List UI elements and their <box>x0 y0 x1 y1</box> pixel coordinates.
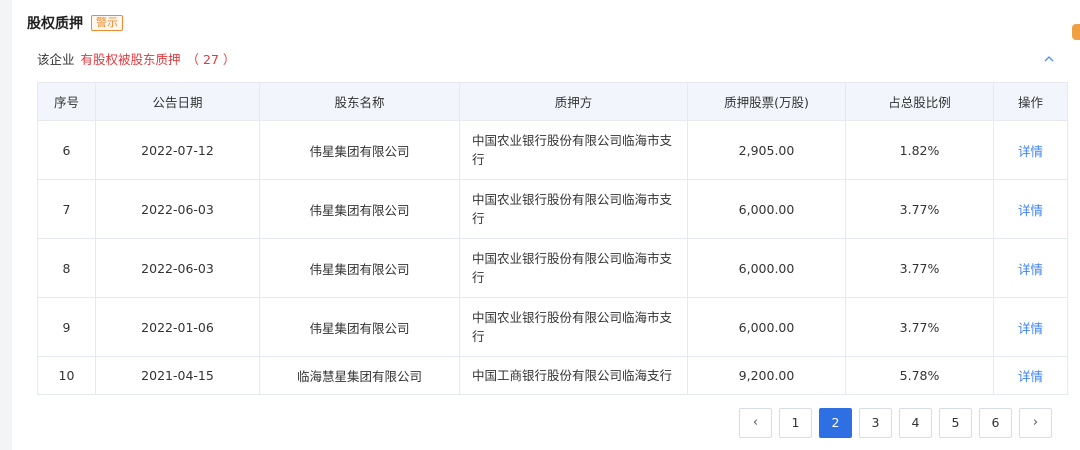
col-header-shares: 质押股票(万股) <box>687 82 846 121</box>
cell-shares: 6,000.00 <box>687 297 846 357</box>
cell-no: 6 <box>37 120 96 180</box>
summary-prefix: 该企业 <box>37 51 75 67</box>
details-link[interactable]: 详情 <box>993 356 1068 395</box>
pagination: ‹ 1 2 3 4 5 6 › <box>739 408 1052 438</box>
page-button-4[interactable]: 4 <box>899 408 932 438</box>
cell-holder: 伟星集团有限公司 <box>259 179 460 239</box>
cell-holder: 伟星集团有限公司 <box>259 120 460 180</box>
cell-date: 2022-07-12 <box>95 120 260 180</box>
cell-date: 2021-04-15 <box>95 356 260 395</box>
cell-ratio: 3.77% <box>845 297 994 357</box>
cell-holder: 临海慧星集团有限公司 <box>259 356 460 395</box>
page-button-6[interactable]: 6 <box>979 408 1012 438</box>
equity-pledge-panel: 股权质押 警示 该企业 有股权被股东质押 （ 27 ） 序号 公告日期 股东名称… <box>12 0 1080 450</box>
cell-shares: 9,200.00 <box>687 356 846 395</box>
cell-no: 9 <box>37 297 96 357</box>
details-link[interactable]: 详情 <box>993 120 1068 180</box>
cell-ratio: 3.77% <box>845 238 994 298</box>
cell-holder: 伟星集团有限公司 <box>259 238 460 298</box>
summary-count: （ 27 ） <box>186 51 236 67</box>
page-button-3[interactable]: 3 <box>859 408 892 438</box>
table-row: 6 2022-07-12 伟星集团有限公司 中国农业银行股份有限公司临海市支行 … <box>37 120 1068 180</box>
details-link[interactable]: 详情 <box>993 297 1068 357</box>
cell-pledgee: 中国工商银行股份有限公司临海支行 <box>459 356 688 395</box>
page-button-1[interactable]: 1 <box>779 408 812 438</box>
prev-page-button[interactable]: ‹ <box>739 408 772 438</box>
col-header-holder: 股东名称 <box>259 82 460 121</box>
section-header: 股权质押 警示 <box>27 13 123 33</box>
cell-date: 2022-06-03 <box>95 179 260 239</box>
details-link[interactable]: 详情 <box>993 179 1068 239</box>
cell-pledgee: 中国农业银行股份有限公司临海市支行 <box>459 238 688 298</box>
cell-no: 7 <box>37 179 96 239</box>
col-header-date: 公告日期 <box>95 82 260 121</box>
cell-ratio: 5.78% <box>845 356 994 395</box>
details-link[interactable]: 详情 <box>993 238 1068 298</box>
cell-shares: 6,000.00 <box>687 179 846 239</box>
next-page-button[interactable]: › <box>1019 408 1052 438</box>
chevron-up-icon[interactable] <box>1042 52 1056 66</box>
cell-pledgee: 中国农业银行股份有限公司临海市支行 <box>459 179 688 239</box>
side-flag[interactable] <box>1072 24 1080 40</box>
warning-badge: 警示 <box>91 15 123 31</box>
cell-shares: 6,000.00 <box>687 238 846 298</box>
cell-shares: 2,905.00 <box>687 120 846 180</box>
col-header-ratio: 占总股比例 <box>845 82 994 121</box>
cell-ratio: 3.77% <box>845 179 994 239</box>
page-button-2[interactable]: 2 <box>819 408 852 438</box>
table-row: 10 2021-04-15 临海慧星集团有限公司 中国工商银行股份有限公司临海支… <box>37 356 1068 395</box>
summary-highlight: 有股权被股东质押 <box>80 51 181 67</box>
table-row: 8 2022-06-03 伟星集团有限公司 中国农业银行股份有限公司临海市支行 … <box>37 238 1068 298</box>
page-button-5[interactable]: 5 <box>939 408 972 438</box>
cell-no: 10 <box>37 356 96 395</box>
section-title: 股权质押 <box>27 16 83 32</box>
cell-holder: 伟星集团有限公司 <box>259 297 460 357</box>
pledge-summary: 该企业 有股权被股东质押 （ 27 ） <box>37 49 235 67</box>
cell-date: 2022-01-06 <box>95 297 260 357</box>
table-row: 9 2022-01-06 伟星集团有限公司 中国农业银行股份有限公司临海市支行 … <box>37 297 1068 357</box>
col-header-action: 操作 <box>993 82 1068 121</box>
cell-date: 2022-06-03 <box>95 238 260 298</box>
table-row: 7 2022-06-03 伟星集团有限公司 中国农业银行股份有限公司临海市支行 … <box>37 179 1068 239</box>
cell-pledgee: 中国农业银行股份有限公司临海市支行 <box>459 297 688 357</box>
cell-pledgee: 中国农业银行股份有限公司临海市支行 <box>459 120 688 180</box>
cell-ratio: 1.82% <box>845 120 994 180</box>
col-header-pledgee: 质押方 <box>459 82 688 121</box>
pledge-table: 序号 公告日期 股东名称 质押方 质押股票(万股) 占总股比例 操作 6 202… <box>37 82 1068 395</box>
cell-no: 8 <box>37 238 96 298</box>
col-header-no: 序号 <box>37 82 96 121</box>
table-header-row: 序号 公告日期 股东名称 质押方 质押股票(万股) 占总股比例 操作 <box>37 82 1068 121</box>
